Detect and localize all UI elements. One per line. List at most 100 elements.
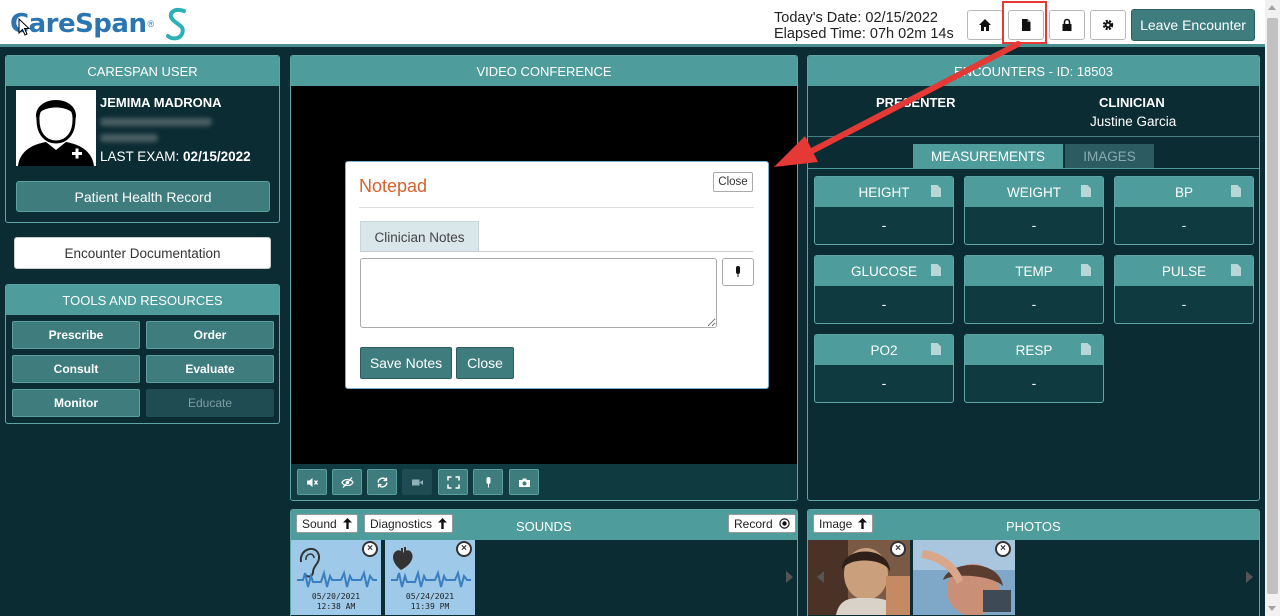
remove-sound-icon[interactable]: × xyxy=(362,541,378,557)
upload-arrow-icon xyxy=(438,518,448,529)
notepad-title: Notepad xyxy=(359,176,428,196)
avatar xyxy=(16,90,96,166)
measurement-value: - xyxy=(1031,296,1037,312)
logo-trademark: ® xyxy=(147,19,155,29)
measurement-bp[interactable]: BP - xyxy=(1114,176,1254,245)
measurement-label: PULSE xyxy=(1161,264,1207,279)
redacted-info xyxy=(100,134,158,142)
tab-clinician-notes[interactable]: Clinician Notes xyxy=(360,221,479,252)
tab-images[interactable]: IMAGES xyxy=(1065,144,1154,169)
user-name: JEMIMA MADRONA xyxy=(100,95,222,110)
measurement-height[interactable]: HEIGHT - xyxy=(814,176,954,245)
notepad-close-small-button[interactable]: Close xyxy=(713,172,753,192)
sounds-panel: Sound Diagnostics SOUNDS Record 05/20/20… xyxy=(290,509,798,616)
diagnostics-upload-button[interactable]: Diagnostics xyxy=(364,514,454,533)
remove-photo-icon[interactable]: × xyxy=(995,541,1011,557)
eye-slash-icon xyxy=(340,476,354,488)
sound-item[interactable]: 05/20/2021 12:38 AM × xyxy=(291,540,381,615)
educate-button[interactable]: Educate xyxy=(146,389,274,417)
hide-video-button[interactable] xyxy=(332,469,362,495)
settings-button[interactable] xyxy=(1090,10,1126,40)
evaluate-button[interactable]: Evaluate xyxy=(146,355,274,383)
microphone-button[interactable] xyxy=(473,469,503,495)
measurement-resp[interactable]: RESP - xyxy=(964,334,1104,403)
todays-date: Today's Date: 02/15/2022 xyxy=(774,10,938,26)
measurement-pulse[interactable]: PULSE - xyxy=(1114,255,1254,324)
clinician-name: Justine Garcia xyxy=(1090,114,1177,129)
sound-date: 05/24/2021 xyxy=(405,592,455,601)
camera-button[interactable] xyxy=(402,469,432,495)
measurement-label: WEIGHT xyxy=(1007,185,1061,200)
sound-upload-button[interactable]: Sound xyxy=(296,514,358,533)
measurement-po2[interactable]: PO2 - xyxy=(814,334,954,403)
remove-photo-icon[interactable]: × xyxy=(890,541,906,557)
expand-icon xyxy=(446,475,460,489)
fullscreen-button[interactable] xyxy=(438,469,468,495)
encounter-documentation-button[interactable]: Encounter Documentation xyxy=(14,237,271,269)
measurement-glucose[interactable]: GLUCOSE - xyxy=(814,255,954,324)
scrollbar-thumb[interactable] xyxy=(1267,18,1278,594)
home-button[interactable] xyxy=(967,10,1003,40)
document-icon xyxy=(931,343,941,355)
scroll-down-arrow-icon[interactable] xyxy=(1268,606,1276,611)
vertical-scrollbar[interactable] xyxy=(1265,0,1280,616)
encounter-dates: Today's Date: 02/15/2022 Elapsed Time: 0… xyxy=(774,10,954,42)
measurement-label: GLUCOSE xyxy=(850,264,918,279)
dictate-button[interactable] xyxy=(722,258,754,286)
switch-camera-button[interactable] xyxy=(367,469,397,495)
close-button[interactable]: Close xyxy=(456,347,514,379)
carespan-user-panel: CARESPAN USER JEMIMA MADRONA LAST EXAM: … xyxy=(5,55,280,223)
tab-measurements[interactable]: MEASUREMENTS xyxy=(913,144,1063,169)
photos-panel: Image PHOTOS × × xyxy=(807,509,1260,616)
measurement-label: HEIGHT xyxy=(858,185,910,200)
scroll-right-arrow-icon[interactable] xyxy=(786,571,793,583)
clinician-label: CLINICIAN xyxy=(1099,95,1165,110)
carespan-logo[interactable]: CareSpan ® xyxy=(10,6,190,42)
video-camera-icon xyxy=(411,479,423,485)
video-controls xyxy=(291,464,797,500)
tools-resources-panel: TOOLS AND RESOURCES Prescribe Order Cons… xyxy=(5,284,280,424)
leave-encounter-button[interactable]: Leave Encounter xyxy=(1131,9,1255,41)
tools-panel-title: TOOLS AND RESOURCES xyxy=(6,285,279,315)
record-button[interactable]: Record xyxy=(728,514,796,533)
document-icon xyxy=(1081,343,1091,355)
order-button[interactable]: Order xyxy=(146,321,274,349)
scroll-right-arrow-icon[interactable] xyxy=(1246,571,1253,583)
measurement-value: - xyxy=(1031,375,1037,391)
document-icon xyxy=(1231,264,1241,276)
consult-button[interactable]: Consult xyxy=(12,355,140,383)
sound-item[interactable]: 05/24/2021 11:39 PM × xyxy=(385,540,475,615)
photos-title: PHOTOS xyxy=(1006,519,1061,534)
record-button-label: Record xyxy=(734,516,773,531)
upload-arrow-icon xyxy=(342,518,352,529)
monitor-button[interactable]: Monitor xyxy=(12,389,140,417)
prescribe-button[interactable]: Prescribe xyxy=(12,321,140,349)
remove-sound-icon[interactable]: × xyxy=(456,541,472,557)
elapsed-time: Elapsed Time: 07h 02m 14s xyxy=(774,26,954,42)
measurement-value: - xyxy=(1031,217,1037,233)
sound-time: 11:39 PM xyxy=(410,602,450,611)
snapshot-button[interactable] xyxy=(509,469,539,495)
document-icon xyxy=(1231,185,1241,197)
logo-s-mark-icon xyxy=(166,7,187,41)
lock-button[interactable] xyxy=(1049,10,1085,40)
clinician-notes-textarea[interactable] xyxy=(360,258,717,328)
image-upload-button[interactable]: Image xyxy=(813,514,874,533)
measurement-weight[interactable]: WEIGHT - xyxy=(964,176,1104,245)
sounds-title: SOUNDS xyxy=(516,519,572,534)
patient-health-record-button[interactable]: Patient Health Record xyxy=(16,181,270,212)
home-icon xyxy=(979,19,991,31)
measurement-temp[interactable]: TEMP - xyxy=(964,255,1104,324)
scroll-up-arrow-icon[interactable] xyxy=(1268,5,1276,10)
mouse-cursor-icon xyxy=(18,18,30,36)
photo-thumbnail[interactable]: × xyxy=(913,540,1015,615)
encounters-panel-title: ENCOUNTERS - ID: 18503 xyxy=(808,56,1259,86)
microphone-icon xyxy=(486,476,490,487)
speaker-mute-icon xyxy=(306,477,318,487)
scroll-left-arrow-icon[interactable] xyxy=(817,571,824,583)
user-panel-title: CARESPAN USER xyxy=(6,56,279,86)
sound-button-label: Sound xyxy=(302,516,337,531)
mute-button[interactable] xyxy=(297,469,327,495)
save-notes-button[interactable]: Save Notes xyxy=(360,347,452,379)
notepad-dialog: Notepad Close Clinician Notes Save Notes… xyxy=(345,161,769,389)
